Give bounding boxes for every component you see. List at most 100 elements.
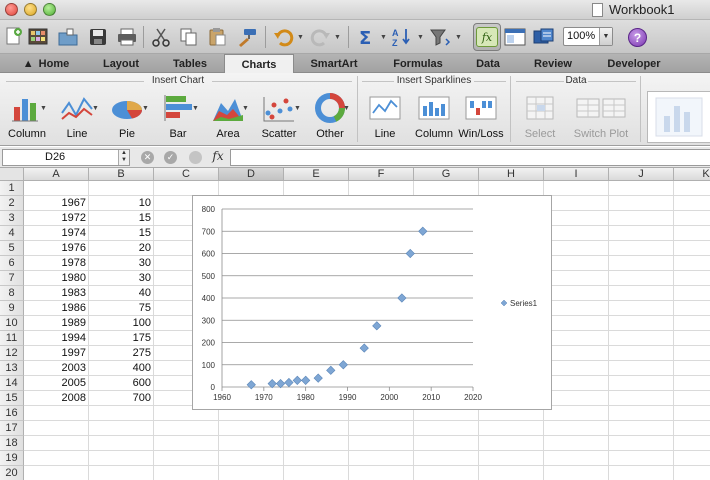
confirm-entry-icon[interactable]: ✓ (164, 151, 177, 164)
cell-a11[interactable]: 1994 (24, 331, 89, 346)
area-chart-button[interactable]: Area (205, 93, 251, 143)
new-icon[interactable] (2, 24, 26, 50)
undo-menu-caret[interactable]: ▼ (297, 34, 304, 41)
formula-builder-button[interactable]: fx (473, 23, 501, 51)
cell-b9[interactable]: 75 (89, 301, 154, 316)
help-icon[interactable]: ? (628, 28, 647, 47)
cell-a14[interactable]: 2005 (24, 376, 89, 391)
row-header-12[interactable]: 12 (0, 346, 24, 361)
row-header-14[interactable]: 14 (0, 376, 24, 391)
sparkline-line-button[interactable]: Line (362, 93, 408, 143)
cell-a5[interactable]: 1976 (24, 241, 89, 256)
row-header-9[interactable]: 9 (0, 301, 24, 316)
zoom-window-button[interactable] (43, 3, 56, 16)
row-header-5[interactable]: 5 (0, 241, 24, 256)
pie-chart-button[interactable]: Pie (104, 93, 150, 143)
cell-b11[interactable]: 175 (89, 331, 154, 346)
sparkline-column-button[interactable]: Column (412, 93, 456, 143)
scatter-chart-button[interactable]: Scatter (254, 93, 304, 143)
cell-a2[interactable]: 1967 (24, 196, 89, 211)
cell-a4[interactable]: 1974 (24, 226, 89, 241)
row-header-1[interactable]: 1 (0, 181, 24, 196)
filter-menu-caret[interactable]: ▼ (455, 34, 462, 41)
column-header-e[interactable]: E (284, 168, 349, 181)
column-chart-button[interactable]: Column (4, 93, 50, 143)
column-header-g[interactable]: G (414, 168, 479, 181)
sort-icon[interactable]: AZ (390, 24, 414, 50)
tab-formulas[interactable]: Formulas (380, 54, 456, 73)
switch-plot-button[interactable]: Switch Plot (568, 93, 634, 143)
other-chart-button[interactable]: Other (306, 93, 354, 143)
row-header-18[interactable]: 18 (0, 436, 24, 451)
tab-charts[interactable]: Charts (224, 54, 294, 74)
cell-a13[interactable]: 2003 (24, 361, 89, 376)
cell-b3[interactable]: 15 (89, 211, 154, 226)
area-chart-caret[interactable]: ▼ (242, 105, 249, 112)
cell-a9[interactable]: 1986 (24, 301, 89, 316)
column-header-h[interactable]: H (479, 168, 544, 181)
copy-icon[interactable] (177, 24, 201, 50)
cut-icon[interactable] (149, 24, 173, 50)
tab-home[interactable]: ▲ Home (12, 54, 80, 73)
minimize-window-button[interactable] (24, 3, 37, 16)
filter-icon[interactable] (428, 24, 452, 50)
row-header-7[interactable]: 7 (0, 271, 24, 286)
tab-review[interactable]: Review (522, 54, 584, 73)
row-header-2[interactable]: 2 (0, 196, 24, 211)
row-header-11[interactable]: 11 (0, 331, 24, 346)
row-header-10[interactable]: 10 (0, 316, 24, 331)
select-all-corner[interactable] (0, 168, 24, 181)
scatter-chart-caret[interactable]: ▼ (294, 105, 301, 112)
cell-b13[interactable]: 400 (89, 361, 154, 376)
tab-tables[interactable]: Tables (156, 54, 224, 73)
cell-b5[interactable]: 20 (89, 241, 154, 256)
line-chart-caret[interactable]: ▼ (92, 105, 99, 112)
column-header-b[interactable]: B (89, 168, 154, 181)
show-hide-icon[interactable] (503, 24, 527, 50)
formula-input[interactable] (230, 149, 710, 166)
sparkline-winloss-button[interactable]: Win/Loss (457, 93, 505, 143)
bar-chart-button[interactable]: Bar (155, 93, 201, 143)
close-window-button[interactable] (5, 3, 18, 16)
column-header-f[interactable]: F (349, 168, 414, 181)
zoom-select[interactable]: 100% ▼ (563, 27, 613, 46)
cell-b14[interactable]: 600 (89, 376, 154, 391)
save-icon[interactable] (86, 24, 110, 50)
zoom-dropdown-arrow[interactable]: ▼ (599, 28, 612, 45)
row-header-15[interactable]: 15 (0, 391, 24, 406)
redo-icon[interactable] (308, 24, 332, 50)
toolbox-icon[interactable] (532, 24, 556, 50)
chart-quick-layouts-gallery[interactable] (647, 91, 710, 143)
column-chart-caret[interactable]: ▼ (40, 105, 47, 112)
paste-icon[interactable] (205, 24, 229, 50)
format-painter-icon[interactable] (235, 24, 259, 50)
row-header-16[interactable]: 16 (0, 406, 24, 421)
row-header-4[interactable]: 4 (0, 226, 24, 241)
row-header-3[interactable]: 3 (0, 211, 24, 226)
pie-chart-caret[interactable]: ▼ (142, 105, 149, 112)
formula-builder-small-icon[interactable] (189, 151, 202, 164)
tab-layout[interactable]: Layout (86, 54, 156, 73)
column-header-d[interactable]: D (219, 168, 284, 181)
select-data-button[interactable]: Select (518, 93, 562, 143)
cell-b6[interactable]: 30 (89, 256, 154, 271)
column-header-a[interactable]: A (24, 168, 89, 181)
sort-menu-caret[interactable]: ▼ (417, 34, 424, 41)
autosum-menu-caret[interactable]: ▼ (380, 34, 387, 41)
row-header-19[interactable]: 19 (0, 451, 24, 466)
other-chart-caret[interactable]: ▼ (343, 105, 350, 112)
print-icon[interactable] (115, 24, 139, 50)
gallery-icon[interactable] (26, 24, 50, 50)
cell-a6[interactable]: 1978 (24, 256, 89, 271)
cell-a15[interactable]: 2008 (24, 391, 89, 406)
column-header-i[interactable]: I (544, 168, 609, 181)
cell-a12[interactable]: 1997 (24, 346, 89, 361)
cell-a8[interactable]: 1983 (24, 286, 89, 301)
column-header-c[interactable]: C (154, 168, 219, 181)
insert-function-icon[interactable]: fx (207, 149, 229, 166)
cell-b4[interactable]: 15 (89, 226, 154, 241)
cancel-entry-icon[interactable]: ✕ (141, 151, 154, 164)
redo-menu-caret[interactable]: ▼ (334, 34, 341, 41)
name-box[interactable]: D26 ▲ ▼ (2, 149, 130, 166)
row-header-13[interactable]: 13 (0, 361, 24, 376)
